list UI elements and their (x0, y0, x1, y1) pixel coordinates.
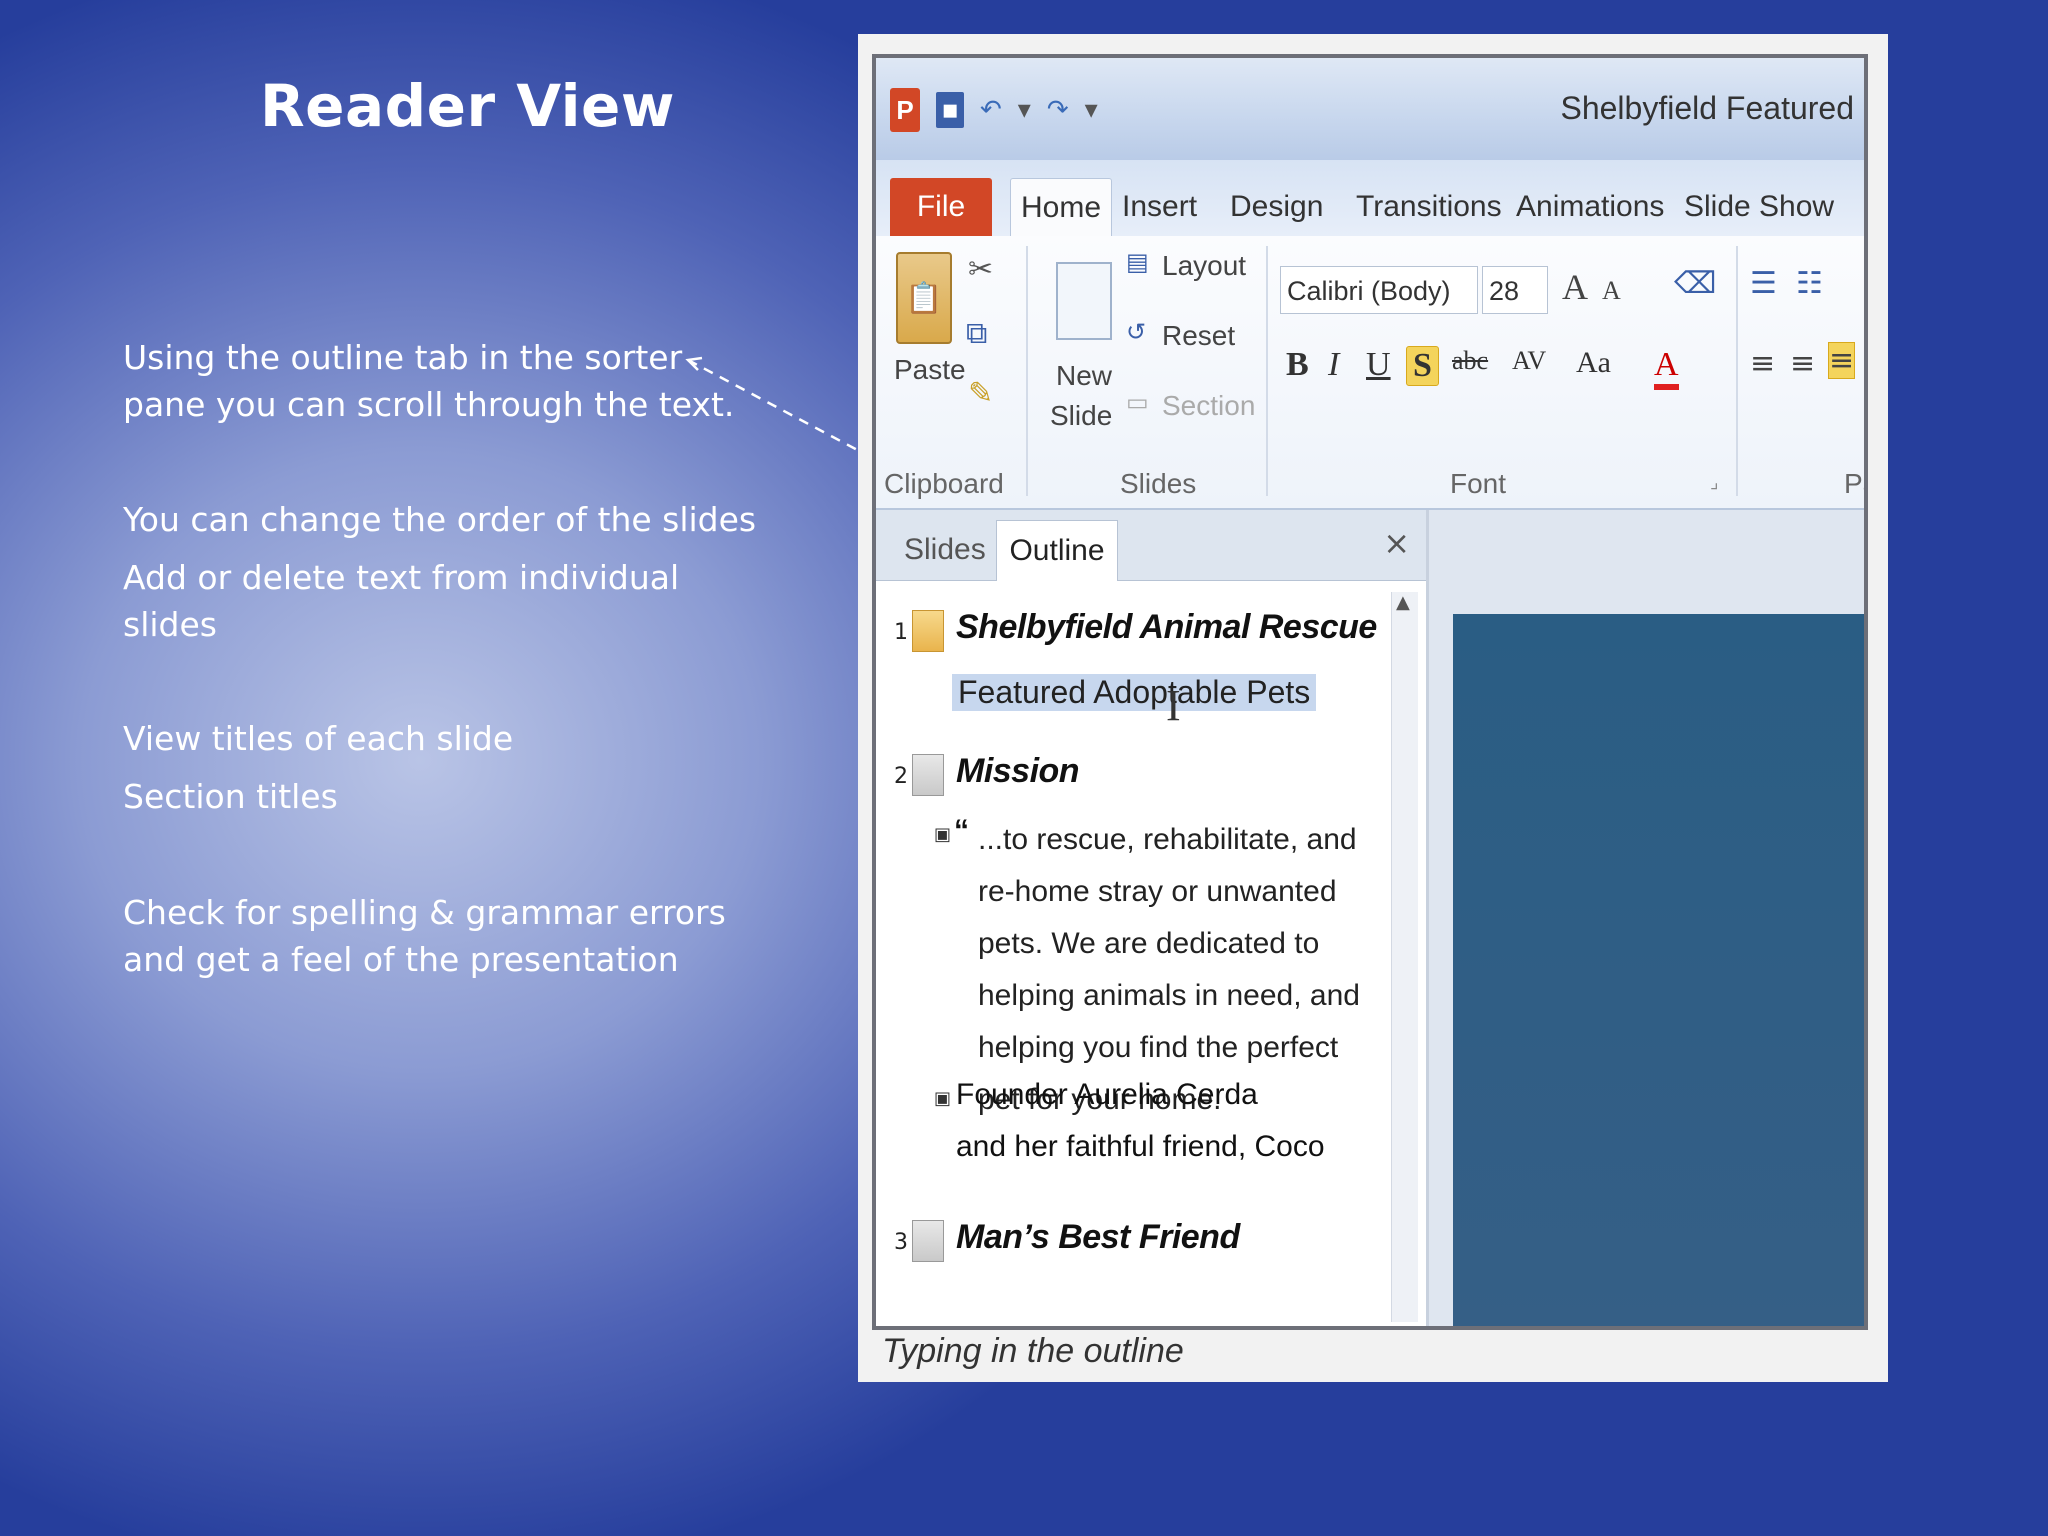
reset-button[interactable]: Reset (1162, 320, 1235, 352)
cut-icon[interactable]: ✂ (968, 252, 993, 287)
slide-icon[interactable] (912, 610, 944, 652)
outline-body-text[interactable]: Founder Aurelia Cerda (956, 1078, 1258, 1112)
tab-design[interactable]: Design (1230, 178, 1323, 236)
slide-canvas[interactable] (1453, 614, 1864, 1326)
screenshot-figure: P ▪ ↶ ▾ ↷ ▾ Shelbyfield Featured File Ho… (858, 34, 1888, 1382)
new-slide-icon[interactable] (1056, 262, 1112, 340)
layout-button[interactable]: Layout (1162, 250, 1246, 282)
divider (1736, 246, 1738, 496)
new-slide-label[interactable]: New (1056, 360, 1112, 392)
bullet-text: You can change the order of the slides (123, 500, 757, 539)
redo-icon[interactable]: ↷ (1047, 95, 1069, 125)
bullets-icon[interactable]: ☰ (1750, 266, 1777, 301)
tab-file[interactable]: File (890, 178, 992, 236)
align-left-icon[interactable]: ≡ (1750, 346, 1775, 381)
undo-icon[interactable]: ↶ (980, 95, 1002, 125)
slide-icon[interactable] (912, 1220, 944, 1262)
font-name-select[interactable]: Calibri (Body) (1280, 266, 1478, 314)
grow-font-button[interactable]: A (1562, 266, 1588, 308)
vertical-scrollbar[interactable]: ▲ (1391, 592, 1418, 1322)
paste-button[interactable]: Paste (894, 354, 966, 386)
text-cursor-icon: I (1166, 681, 1181, 730)
new-slide-label[interactable]: Slide (1050, 400, 1112, 432)
document-title: Shelbyfield Featured (1560, 90, 1854, 126)
close-icon[interactable]: × (1383, 524, 1410, 562)
font-group-label: Font (1450, 468, 1507, 499)
underline-button[interactable]: U (1366, 346, 1391, 384)
shrink-font-button[interactable]: A (1602, 276, 1621, 306)
layout-icon[interactable]: ▤ (1126, 248, 1149, 276)
outline-slide-title[interactable]: Man’s Best Friend (956, 1218, 1240, 1257)
outline-slide-title[interactable]: Shelbyfield Animal Rescue (956, 608, 1377, 647)
bullet-text: Add or delete text from individual slide… (123, 558, 680, 644)
character-spacing-button[interactable]: AV (1512, 346, 1546, 376)
numbering-icon[interactable]: ☷ (1796, 266, 1823, 301)
bullet-text: Check for spelling & grammar errors and … (123, 893, 726, 979)
align-center-icon[interactable]: ≡ (1790, 346, 1815, 381)
tab-transitions[interactable]: Transitions (1356, 178, 1502, 236)
paragraph-group-label: Pa (1844, 468, 1864, 499)
font-color-button[interactable]: A (1654, 346, 1679, 390)
dialog-launcher-icon[interactable]: ⌟ (1710, 472, 1718, 493)
powerpoint-window: P ▪ ↶ ▾ ↷ ▾ Shelbyfield Featured File Ho… (872, 54, 1868, 1330)
bullet-marker-icon: ▣ (934, 1088, 952, 1109)
powerpoint-app-icon[interactable]: P (890, 88, 920, 132)
bullet-text: Using the outline tab in the sorter pane… (123, 338, 735, 424)
section-icon[interactable]: ▭ (1126, 388, 1149, 416)
paste-icon[interactable]: 📋 (896, 252, 952, 344)
outline-slide-number: 2 (894, 764, 908, 789)
pane-tabs: Slides Outline × (876, 510, 1426, 581)
ribbon-home: 📋 Paste ✂ ⧉ ✎ Clipboard New Slide ▤ Layo… (876, 236, 1864, 510)
sorter-pane: Slides Outline × ▲ 1 Shelbyfield Animal … (876, 510, 1429, 1326)
reset-icon[interactable]: ↺ (1126, 318, 1146, 346)
ribbon-tabs: File Home Insert Design Transitions Anim… (876, 160, 1864, 237)
clear-formatting-icon[interactable]: ⌫ (1674, 266, 1716, 301)
tab-slides[interactable]: Slides (904, 520, 986, 580)
divider (1026, 246, 1028, 496)
section-button[interactable]: Section (1162, 390, 1255, 422)
italic-button[interactable]: I (1328, 346, 1339, 384)
tab-outline[interactable]: Outline (996, 520, 1118, 581)
save-icon[interactable]: ▪ (936, 92, 964, 128)
change-case-button[interactable]: Aa (1576, 346, 1611, 380)
outline-slide-number: 1 (894, 620, 908, 645)
quick-access-toolbar: P ▪ ↶ ▾ ↷ ▾ (890, 88, 1098, 132)
bold-button[interactable]: B (1286, 346, 1309, 384)
outline-body-text[interactable]: and her faithful friend, Coco (956, 1130, 1325, 1164)
align-right-icon[interactable]: ≡ (1828, 342, 1856, 379)
copy-icon[interactable]: ⧉ (966, 316, 987, 351)
slide-icon[interactable] (912, 754, 944, 796)
text-shadow-button[interactable]: S (1406, 346, 1439, 386)
slide-editing-area (1429, 510, 1864, 1326)
customize-toolbar-icon[interactable]: ▾ (1085, 95, 1098, 125)
outline-subtitle[interactable]: Featured Adoptable Pets (952, 674, 1317, 711)
chevron-down-icon[interactable]: ▾ (1018, 95, 1031, 125)
bullet-text: Section titles (123, 777, 338, 816)
tab-slide-show[interactable]: Slide Show (1684, 178, 1834, 236)
divider (1266, 246, 1268, 496)
bullet-marker-icon: ▣ (934, 824, 952, 845)
font-size-select[interactable]: 28 (1482, 266, 1548, 314)
bullet-text: View titles of each slide (123, 719, 514, 758)
tab-insert[interactable]: Insert (1122, 178, 1197, 236)
tab-animations[interactable]: Animations (1516, 178, 1664, 236)
format-painter-icon[interactable]: ✎ (968, 376, 993, 411)
scroll-up-icon[interactable]: ▲ (1396, 592, 1410, 613)
outline-slide-number: 3 (894, 1230, 908, 1255)
quote-mark: “ (954, 814, 969, 847)
figure-caption: Typing in the outline (882, 1332, 1184, 1370)
slides-group-label: Slides (1120, 468, 1197, 499)
title-bar: P ▪ ↶ ▾ ↷ ▾ Shelbyfield Featured (876, 58, 1864, 160)
tab-home[interactable]: Home (1010, 178, 1112, 237)
outline-slide-title[interactable]: Mission (956, 752, 1080, 791)
strikethrough-button[interactable]: abc (1452, 346, 1488, 376)
clipboard-group-label: Clipboard (884, 468, 1004, 499)
slide-title: Reader View (260, 72, 675, 140)
